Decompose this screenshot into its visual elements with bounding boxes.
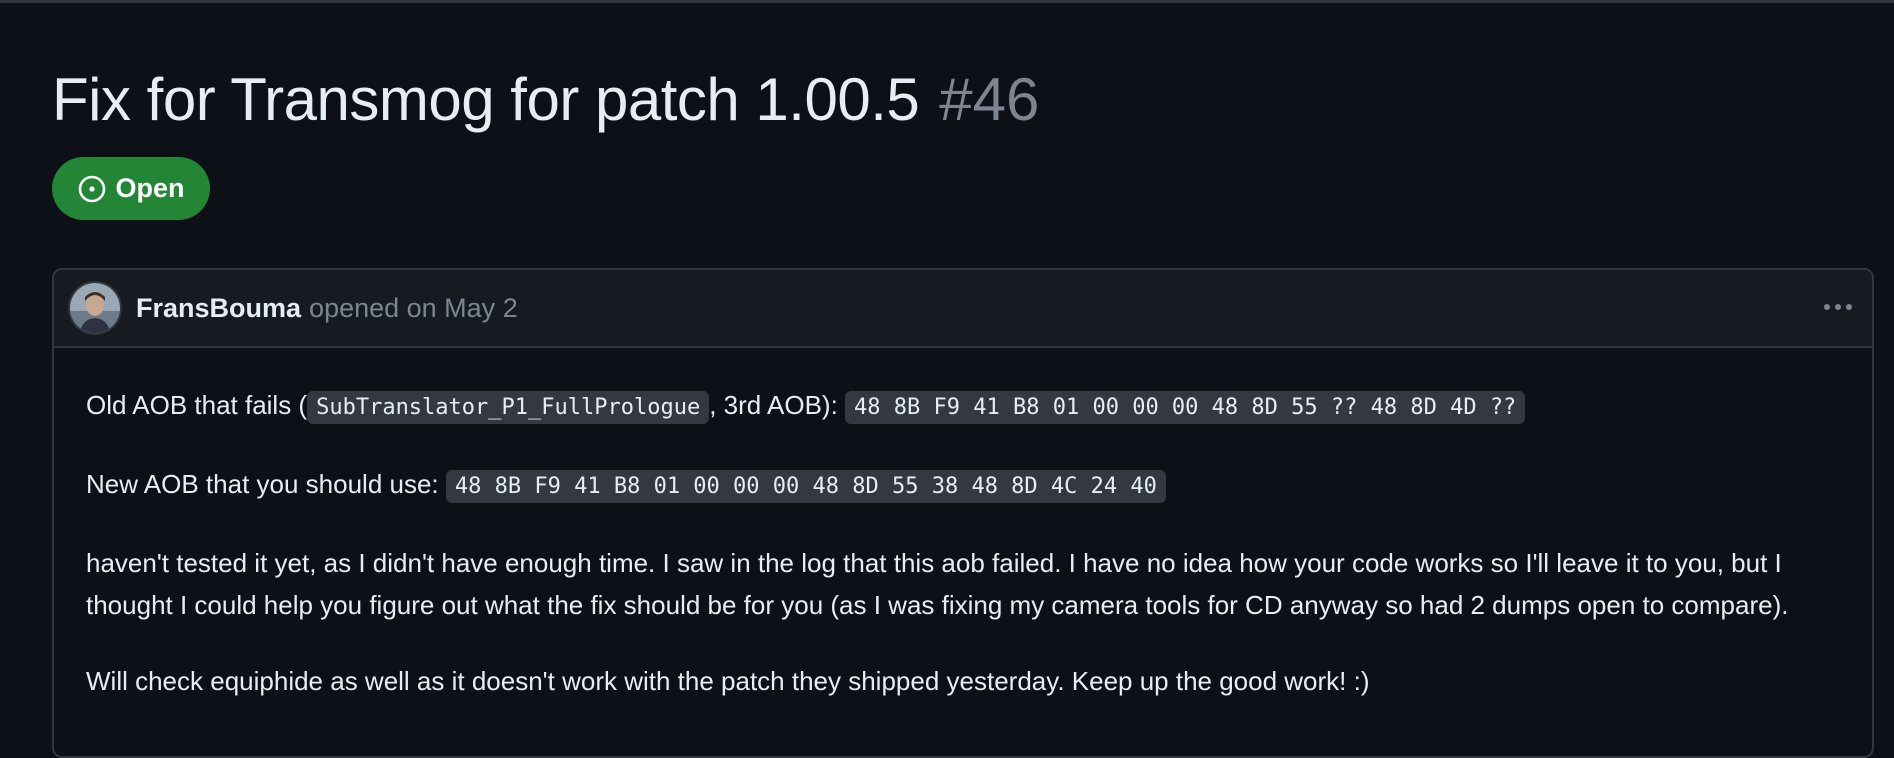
inline-code: 48 8B F9 41 B8 01 00 00 00 48 8D 55 38 4… bbox=[445, 470, 1166, 503]
comment-body: Old AOB that fails (SubTranslator_P1_Ful… bbox=[54, 348, 1872, 702]
comment-paragraph-1: Old AOB that fails (SubTranslator_P1_Ful… bbox=[86, 384, 1840, 429]
issue-opened-icon bbox=[77, 174, 107, 204]
issue-comment: FransBouma opened on May 2 Old AOB that … bbox=[52, 268, 1874, 758]
issue-state-label: Open bbox=[115, 173, 185, 203]
paragraph-text: New AOB that you should use: bbox=[86, 469, 439, 499]
issue-header: Fix for Transmog for patch 1.00.5 #46 bbox=[52, 60, 1039, 138]
user-avatar[interactable] bbox=[70, 283, 120, 333]
comment-paragraph-4: Will check equiphide as well as it doesn… bbox=[86, 666, 1370, 696]
kebab-horizontal-icon[interactable] bbox=[1820, 292, 1856, 322]
comment-header: FransBouma opened on May 2 bbox=[54, 270, 1872, 348]
comment-paragraph-3: haven't tested it yet, as I didn't have … bbox=[86, 548, 1789, 620]
issue-state-badge: Open bbox=[52, 157, 210, 220]
paragraph-text: Old AOB that fails ( bbox=[86, 390, 308, 420]
comment-paragraph-2: New AOB that you should use: 48 8B F9 41… bbox=[86, 463, 1840, 508]
comment-timestamp: opened on May 2 bbox=[309, 292, 518, 323]
issue-title: Fix for Transmog for patch 1.00.5 bbox=[52, 65, 920, 133]
paragraph-text: , 3rd AOB): bbox=[709, 390, 838, 420]
comment-author-link[interactable]: FransBouma bbox=[136, 293, 301, 324]
issue-number: #46 bbox=[939, 65, 1040, 133]
inline-code: 48 8B F9 41 B8 01 00 00 00 48 8D 55 ?? 4… bbox=[845, 391, 1526, 424]
inline-code: SubTranslator_P1_FullPrologue bbox=[307, 391, 710, 424]
top-divider bbox=[0, 0, 1894, 3]
